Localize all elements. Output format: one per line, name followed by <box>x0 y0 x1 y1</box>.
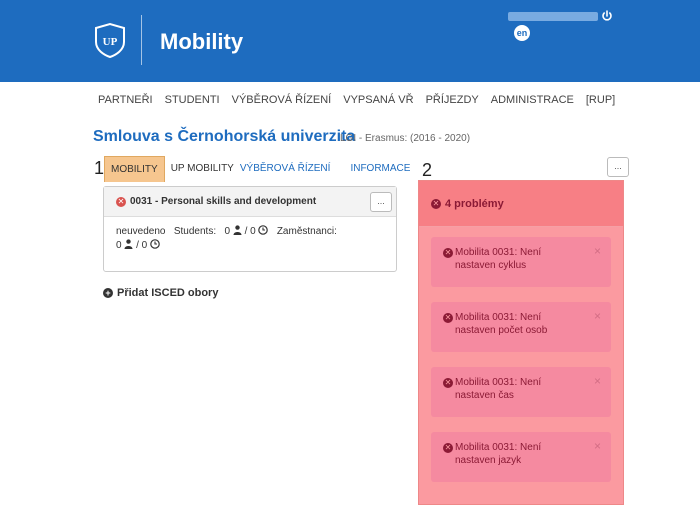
clock-icon <box>150 239 160 249</box>
staff-label: Zaměstnanci: <box>276 226 337 237</box>
university-logo-icon[interactable]: UP <box>92 22 128 58</box>
nav-vypsana-vr[interactable]: VYPSANÁ VŘ <box>343 94 413 106</box>
nav-studenti[interactable]: STUDENTI <box>165 94 220 106</box>
error-icon: ✕ <box>443 378 453 388</box>
error-icon: ✕ <box>443 443 453 453</box>
problem-text: Mobilita 0031: Není nastaven jazyk <box>455 442 542 466</box>
students-total: / 0 <box>244 226 256 237</box>
power-icon[interactable] <box>601 10 613 22</box>
main-nav: PARTNEŘI STUDENTI VÝBĚROVÁ ŘÍZENÍ VYPSAN… <box>98 94 627 106</box>
svg-text:UP: UP <box>103 36 118 48</box>
tab-informace[interactable]: INFORMACE <box>344 156 416 182</box>
problems-panel: ✕ 4 problémy ✕ Mobilita 0031: Není nasta… <box>418 180 624 505</box>
problems-title: 4 problémy <box>445 198 504 210</box>
mobility-tabs: MOBILITY UP MOBILITY VÝBĚROVÁ ŘÍZENÍ INF… <box>104 156 416 182</box>
problem-alert: ✕ Mobilita 0031: Není nastaven čas × <box>431 367 611 417</box>
mobility-card-body: neuvedeno Students: 0 / 0 Zaměstnanci: 0… <box>104 217 396 261</box>
close-icon[interactable]: × <box>594 310 601 323</box>
problem-text: Mobilita 0031: Není nastaven počet osob <box>455 312 548 336</box>
person-icon <box>233 225 242 235</box>
nav-partneri[interactable]: PARTNEŘI <box>98 94 153 106</box>
top-header: UP Mobility en <box>0 0 700 82</box>
close-icon[interactable]: × <box>594 440 601 453</box>
nav-vyberova-rizeni[interactable]: VÝBĚROVÁ ŘÍZENÍ <box>232 94 332 106</box>
step-marker-2: 2 <box>422 160 433 180</box>
mobility-status: neuvedeno <box>116 226 166 237</box>
close-icon[interactable]: × <box>594 245 601 258</box>
tab-vyberova-rizeni[interactable]: VÝBĚROVÁ ŘÍZENÍ <box>240 156 337 182</box>
mobility-card-menu-button[interactable]: ... <box>370 192 392 212</box>
mobility-card-header: ✕ 0031 - Personal skills and development… <box>104 187 396 217</box>
problem-text: Mobilita 0031: Není nastaven čas <box>455 377 542 401</box>
close-icon[interactable]: × <box>594 375 601 388</box>
panel-menu-button[interactable]: ... <box>607 157 629 177</box>
language-switch[interactable]: en <box>514 25 530 41</box>
app-title: Mobility <box>160 29 244 54</box>
problem-alert: ✕ Mobilita 0031: Není nastaven počet oso… <box>431 302 611 352</box>
nav-rup[interactable]: [RUP] <box>586 94 615 106</box>
user-name-redacted[interactable] <box>508 12 598 21</box>
staff-value: 0 <box>116 240 122 251</box>
students-value: 0 <box>224 226 231 237</box>
tab-mobility[interactable]: MOBILITY <box>104 156 165 182</box>
step-marker-1: 1 <box>94 158 105 178</box>
problem-text: Mobilita 0031: Není nastaven cyklus <box>455 247 542 271</box>
plus-circle-icon: + <box>103 288 113 298</box>
problem-alert: ✕ Mobilita 0031: Není nastaven cyklus × <box>431 237 611 287</box>
add-isced-button[interactable]: + Přidat ISCED obory <box>103 287 218 299</box>
students-label: Students: <box>173 226 217 237</box>
problems-panel-header: ✕ 4 problémy <box>419 181 623 227</box>
error-icon: ✕ <box>443 248 453 258</box>
staff-total: / 0 <box>136 240 148 251</box>
page-title: Smlouva s Černohorská univerzita <box>93 128 356 145</box>
error-icon: ✕ <box>431 199 441 209</box>
nav-administrace[interactable]: ADMINISTRACE <box>491 94 574 106</box>
person-icon <box>124 239 133 249</box>
clock-icon <box>258 225 269 235</box>
problem-alert: ✕ Mobilita 0031: Není nastaven jazyk × <box>431 432 611 482</box>
mobility-card: ✕ 0031 - Personal skills and development… <box>103 186 397 272</box>
error-icon: ✕ <box>116 196 126 207</box>
page-subtitle: LGI - Erasmus: (2016 - 2020) <box>340 133 471 144</box>
add-isced-label: Přidat ISCED obory <box>117 287 219 299</box>
tab-up-mobility[interactable]: UP MOBILITY <box>165 156 240 182</box>
nav-prijezdy[interactable]: PŘÍJEZDY <box>426 94 479 106</box>
mobility-card-title: 0031 - Personal skills and development <box>130 196 317 207</box>
logo-divider <box>141 15 142 65</box>
error-icon: ✕ <box>443 313 453 323</box>
